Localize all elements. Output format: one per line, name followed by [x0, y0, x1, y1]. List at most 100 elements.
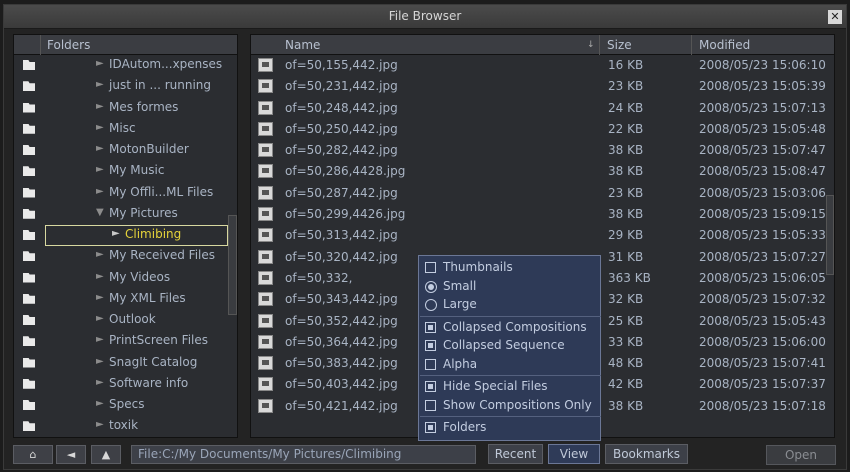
image-file-icon — [258, 292, 273, 307]
radio-button[interactable] — [425, 299, 437, 311]
file-row[interactable]: of=50,155,442.jpg 16 KB 2008/05/23 15:06:1… — [251, 55, 834, 76]
file-row[interactable]: of=50,286,4428.jpg 38 KB 2008/05/23 15:08:… — [251, 161, 834, 182]
expand-arrow-icon[interactable]: ► — [96, 377, 104, 388]
checkbox[interactable] — [425, 422, 436, 433]
folder-label: PrintScreen Files — [109, 333, 209, 348]
expand-arrow-icon[interactable]: ► — [96, 356, 104, 367]
expand-arrow-icon[interactable]: ► — [96, 313, 104, 324]
folder-item[interactable]: ► Mes formes — [14, 98, 237, 119]
expand-arrow-icon[interactable]: ► — [112, 228, 120, 239]
folder-item[interactable]: ► just in ... running — [14, 76, 237, 97]
menu-item-hide-special-files[interactable]: Hide Special Files — [425, 378, 595, 396]
expand-arrow-icon[interactable]: ► — [96, 101, 104, 112]
menu-item-large[interactable]: Large — [425, 296, 595, 314]
folders-header[interactable]: Folders — [14, 35, 237, 55]
image-file-icon — [258, 100, 273, 115]
expand-arrow-icon[interactable]: ► — [96, 79, 104, 90]
folder-item[interactable]: ► Specs — [14, 395, 237, 416]
expand-arrow-icon[interactable]: ► — [96, 143, 104, 154]
sort-descending-icon[interactable]: ↓ — [587, 40, 595, 50]
checkbox[interactable] — [425, 340, 436, 351]
expand-arrow-icon[interactable]: ► — [96, 398, 104, 409]
radio-button[interactable] — [425, 280, 437, 293]
expand-arrow-icon[interactable]: ► — [96, 334, 104, 345]
folder-item[interactable]: ► My Received Files — [14, 246, 237, 267]
file-row[interactable]: of=50,282,442.jpg 38 KB 2008/05/23 15:07:4… — [251, 140, 834, 161]
files-scrollbar[interactable] — [826, 195, 834, 275]
menu-item-folders[interactable]: Folders — [425, 419, 595, 437]
expand-arrow-icon[interactable]: ► — [96, 186, 104, 197]
menu-item-label: Small — [443, 278, 477, 293]
folder-item[interactable]: ► My XML Files — [14, 289, 237, 310]
recent-button[interactable]: Recent — [488, 444, 543, 464]
menu-item-thumbnails[interactable]: Thumbnails — [425, 259, 595, 277]
folder-item[interactable]: ► My Videos — [14, 268, 237, 289]
file-row[interactable]: of=50,248,442.jpg 24 KB 2008/05/23 15:07:1… — [251, 98, 834, 119]
image-file-icon — [258, 377, 273, 392]
column-separator[interactable] — [691, 35, 692, 55]
folder-label: Specs — [109, 397, 145, 411]
expand-arrow-icon[interactable]: ► — [96, 164, 104, 175]
checkbox[interactable] — [425, 399, 436, 411]
checkbox[interactable] — [425, 262, 436, 273]
up-button[interactable]: ▲ — [91, 445, 121, 464]
checkbox[interactable] — [425, 358, 436, 370]
expand-arrow-icon[interactable]: ► — [96, 292, 104, 303]
image-file-icon — [258, 185, 273, 200]
view-options-menu: Thumbnails Small Large Collapsed Compositio… — [418, 255, 601, 441]
column-separator[interactable] — [599, 35, 600, 55]
file-modified: 2008/05/23 15:07:37 — [699, 377, 826, 392]
folder-icon — [23, 272, 35, 283]
checkbox[interactable] — [425, 381, 436, 392]
file-size: 23 KB — [608, 185, 644, 200]
menu-item-small[interactable]: Small — [425, 278, 595, 296]
folder-item[interactable]: ► My Music — [14, 161, 237, 182]
file-row[interactable]: of=50,231,442.jpg 23 KB 2008/05/23 15:05:3… — [251, 76, 834, 97]
expand-arrow-icon[interactable]: ▼ — [96, 207, 104, 218]
menu-item-collapsed-compositions[interactable]: Collapsed Compositions — [425, 319, 595, 337]
menu-item-show-compositions-only[interactable]: Show Compositions Only — [425, 397, 595, 415]
folder-label: My Pictures — [109, 205, 178, 220]
menu-item-alpha[interactable]: Alpha — [425, 356, 595, 374]
folder-icon — [23, 400, 35, 410]
path-field[interactable]: File:C:/My Documents/My Pictures/Climibi… — [131, 445, 476, 464]
column-header-name[interactable]: Name — [285, 38, 320, 52]
folder-item[interactable]: ► SnagIt Catalog — [14, 353, 237, 374]
folder-label: MotonBuilder — [109, 142, 189, 156]
checkbox[interactable] — [425, 321, 436, 333]
file-name: of=50,320,442.jpg — [285, 249, 398, 264]
file-size: 25 KB — [608, 313, 644, 328]
expand-arrow-icon[interactable]: ► — [96, 419, 104, 430]
folder-item[interactable]: ► toxik — [14, 416, 237, 437]
file-row[interactable]: of=50,299,4426.jpg 38 KB 2008/05/23 15:09:… — [251, 204, 834, 225]
expand-arrow-icon[interactable]: ► — [96, 271, 104, 282]
file-size: 23 KB — [608, 79, 644, 94]
column-header-modified[interactable]: Modified — [699, 38, 750, 52]
file-modified: 2008/05/23 15:05:33 — [699, 228, 826, 243]
close-button[interactable]: ✕ — [828, 10, 842, 24]
expand-arrow-icon[interactable]: ► — [96, 58, 104, 69]
column-header-size[interactable]: Size — [607, 38, 632, 52]
file-row[interactable]: of=50,250,442.jpg 22 KB 2008/05/23 15:05:4… — [251, 119, 834, 140]
folders-scrollbar[interactable] — [228, 215, 237, 315]
file-row[interactable]: of=50,313,442.jpg 29 KB 2008/05/23 15:05:3… — [251, 225, 834, 246]
file-row[interactable]: of=50,287,442.jpg 23 KB 2008/05/23 15:03:0… — [251, 183, 834, 204]
folder-item[interactable]: ► MotonBuilder — [14, 140, 237, 161]
folder-item[interactable]: ▼ My Pictures — [14, 204, 237, 225]
expand-arrow-icon[interactable]: ► — [96, 249, 104, 260]
folder-item[interactable]: ► Software info — [14, 374, 237, 395]
folder-item[interactable]: ► My Offli...ML Files — [14, 183, 237, 204]
open-button[interactable]: Open — [766, 445, 836, 465]
folder-item[interactable]: ► PrintScreen Files — [14, 331, 237, 352]
folder-item[interactable]: ► IDAutom...xpenses — [14, 55, 237, 76]
menu-item-collapsed-sequence[interactable]: Collapsed Sequence — [425, 337, 595, 355]
bookmarks-button[interactable]: Bookmarks — [605, 444, 688, 464]
folder-item[interactable]: ► Misc — [14, 119, 237, 140]
home-button[interactable]: ⌂ — [13, 445, 53, 464]
expand-arrow-icon[interactable]: ► — [96, 122, 104, 133]
back-button[interactable]: ◄ — [56, 445, 86, 464]
folder-item[interactable]: ► Outlook — [14, 310, 237, 331]
view-button[interactable]: View — [548, 444, 600, 464]
menu-item-label: Thumbnails — [443, 260, 513, 274]
folder-item[interactable]: ► Climibing — [14, 225, 237, 246]
